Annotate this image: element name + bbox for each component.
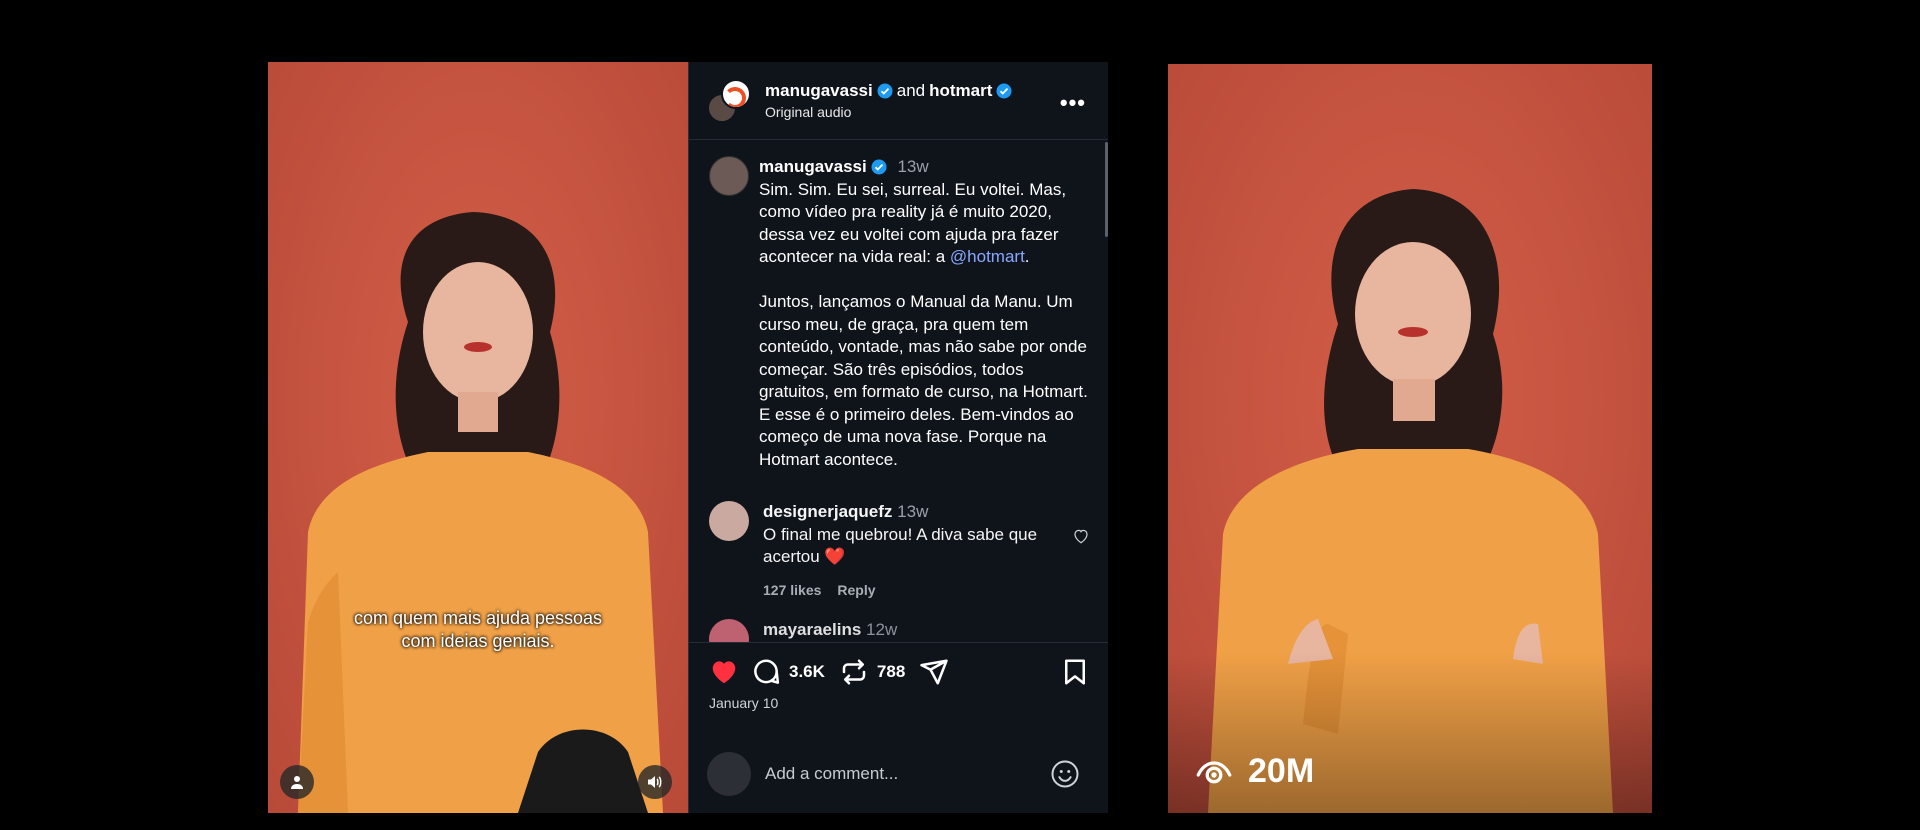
header-text: manugavassi and hotmart Original audio (765, 81, 1012, 120)
verified-badge-icon (996, 83, 1012, 99)
verified-badge-icon (871, 159, 887, 175)
caption-body: manugavassi 13w Sim. Sim. Eu sei, surrea… (759, 156, 1090, 471)
stage: com quem mais ajuda pessoas com ideias g… (0, 0, 1920, 830)
repost-icon[interactable] (839, 657, 869, 687)
avatar[interactable] (709, 619, 749, 642)
comment-input[interactable]: Add a comment... (765, 764, 1050, 784)
like-heart-icon[interactable] (709, 657, 739, 687)
comment-author[interactable]: mayaraelins (763, 620, 861, 639)
mention-link[interactable]: @hotmart (950, 247, 1025, 266)
post-header: manugavassi and hotmart Original audio •… (689, 62, 1108, 140)
reel-preview-thumbnail[interactable]: 20M (1168, 64, 1652, 813)
comment-meta: 127 likes Reply (763, 579, 1063, 602)
comment-time: 12w (866, 620, 898, 639)
avatar[interactable] (709, 156, 749, 196)
collaborator-username-link[interactable]: hotmart (929, 81, 992, 101)
collab-line: manugavassi and hotmart (765, 81, 1012, 101)
more-options-button[interactable]: ••• (1060, 90, 1086, 116)
reel-video[interactable]: com quem mais ajuda pessoas com ideias g… (268, 62, 688, 813)
speaker-icon (648, 776, 662, 788)
avatar (721, 78, 751, 109)
comment-likes[interactable]: 127 likes (763, 582, 821, 598)
share-icon[interactable] (919, 657, 949, 687)
post-panel: manugavassi and hotmart Original audio •… (688, 62, 1108, 813)
caption-text: Sim. Sim. Eu sei, surreal. Eu voltei. Ma… (759, 179, 1090, 472)
user-icon (291, 776, 303, 789)
comments-scroll-area[interactable]: manugavassi 13w Sim. Sim. Eu sei, surrea… (689, 140, 1108, 642)
comment-author[interactable]: designerjaquefz (763, 502, 892, 521)
caption-author-name[interactable]: manugavassi (759, 156, 867, 179)
verified-badge-icon (877, 83, 893, 99)
post-date[interactable]: January 10 (689, 695, 1108, 711)
post-actions: 3.6K 788 January 10 (689, 642, 1108, 732)
bookmark-icon[interactable] (1060, 657, 1090, 687)
post-caption: manugavassi 13w Sim. Sim. Eu sei, surrea… (689, 140, 1108, 471)
video-caption: com quem mais ajuda pessoas com ideias g… (353, 608, 603, 651)
audio-toggle-button[interactable] (638, 765, 672, 799)
comment-text: O final me quebrou! A diva sabe que acer… (763, 524, 1038, 567)
caption-time: 13w (897, 157, 929, 176)
comment-time: 13w (897, 502, 929, 521)
comment-body: designerjaquefz 13w O final me quebrou! … (763, 501, 1063, 601)
comment-icon[interactable] (751, 657, 781, 687)
comment-item: designerjaquefz 13w O final me quebrou! … (689, 471, 1108, 601)
caption-text-part2: . Juntos, lançamos o Manual da Manu. Um … (759, 247, 1088, 469)
eye-icon (1196, 760, 1232, 783)
emoji-icon[interactable] (1050, 759, 1080, 789)
scrollbar-thumb[interactable] (1105, 142, 1108, 237)
heart-icon[interactable] (1072, 527, 1090, 545)
views-count: 20M (1248, 752, 1315, 790)
comment-body: mayaraelins 12w (763, 619, 1063, 642)
comment-composer: Add a comment... (689, 735, 1108, 813)
collab-avatars[interactable] (707, 78, 751, 123)
reply-button[interactable]: Reply (837, 582, 875, 598)
author-username-link[interactable]: manugavassi (765, 81, 873, 101)
and-text: and (896, 81, 926, 100)
tagged-users-button[interactable] (280, 765, 314, 799)
comments-count[interactable]: 3.6K (789, 662, 825, 682)
avatar[interactable] (709, 501, 749, 541)
action-row: 3.6K 788 (689, 643, 1108, 687)
comment-item: mayaraelins 12w (689, 601, 1108, 642)
person-figure (298, 212, 663, 813)
audio-link[interactable]: Original audio (765, 104, 1012, 120)
view-count: 20M (1196, 752, 1314, 791)
reposts-count[interactable]: 788 (877, 662, 905, 682)
caption-author[interactable]: manugavassi (759, 156, 887, 179)
avatar (707, 752, 751, 796)
